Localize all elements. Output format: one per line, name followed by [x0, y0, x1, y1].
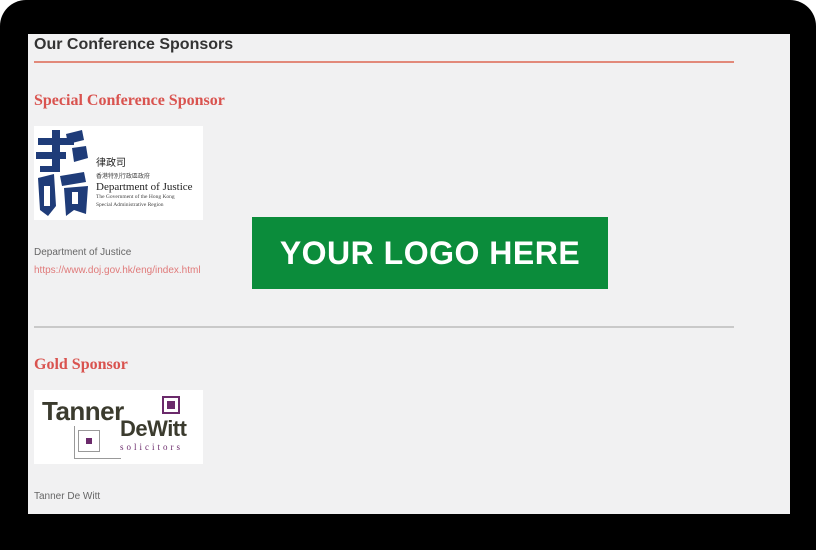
device-frame: Our Conference Sponsors Special Conferen… — [0, 0, 816, 550]
doj-logo-zh-title: 律政司 — [96, 158, 126, 169]
doj-logo-gov-line1: The Government of the Hong Kong — [96, 194, 175, 200]
tanner-de-witt-logo[interactable]: Tanner DeWitt solicitors — [34, 390, 203, 464]
your-logo-here-banner: YOUR LOGO HERE — [252, 217, 608, 289]
tdw-logo-subtitle: solicitors — [120, 442, 183, 452]
doj-logo-zh-subtitle: 香港特別行政區政府 — [96, 173, 151, 180]
section-divider — [34, 326, 734, 328]
tdw-small-square-icon — [78, 430, 100, 452]
doj-logo[interactable]: 律政司 香港特別行政區政府 Department of Justice The … — [34, 126, 203, 220]
sponsor-name-doj: Department of Justice — [34, 247, 132, 258]
section-title-special-sponsor: Special Conference Sponsor — [34, 92, 225, 109]
section-title-gold-sponsor: Gold Sponsor — [34, 356, 128, 373]
doj-seal-icon — [36, 130, 88, 216]
browser-viewport: Our Conference Sponsors Special Conferen… — [28, 34, 790, 514]
tdw-logo-word1: Tanner — [42, 396, 124, 426]
sponsor-link-doj[interactable]: https://www.doj.gov.hk/eng/index.html — [34, 265, 201, 276]
tdw-logo-word2: DeWitt — [120, 416, 187, 441]
title-divider — [34, 61, 734, 63]
doj-logo-en-title: Department of Justice — [96, 181, 193, 193]
tdw-square-icon — [162, 396, 180, 414]
sponsor-name-tdw: Tanner De Witt — [34, 491, 101, 502]
doj-logo-gov-line2: Special Administrative Region — [96, 202, 164, 208]
page-title: Our Conference Sponsors — [34, 36, 234, 53]
doj-logo-text: 律政司 香港特別行政區政府 Department of Justice The … — [96, 154, 193, 209]
